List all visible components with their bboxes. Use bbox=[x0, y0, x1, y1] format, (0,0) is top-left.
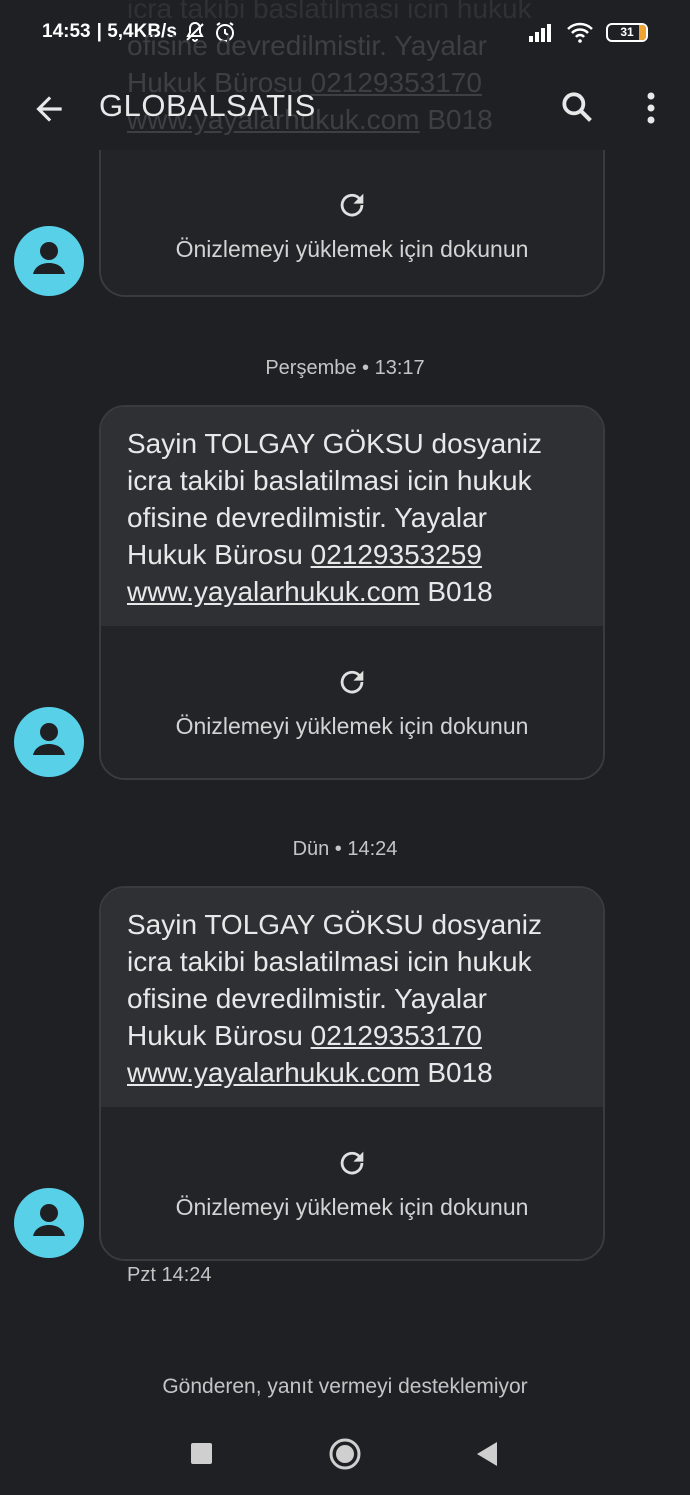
message-line: icra takibi baslatilmasi icin hukuk bbox=[127, 946, 532, 977]
sender-avatar[interactable] bbox=[14, 226, 84, 296]
message-text[interactable]: Sayin TOLGAY GÖKSU dosyaniz icra takibi … bbox=[101, 888, 603, 1107]
message-line: icra takibi baslatilmasi icin hukuk bbox=[127, 465, 532, 496]
reload-icon bbox=[340, 670, 364, 693]
back-triangle-icon[interactable] bbox=[475, 1440, 499, 1468]
ghost-line-2: ofisine devredilmistir. Yayalar bbox=[127, 30, 488, 61]
app-bar: GLOBALSATIS bbox=[0, 70, 690, 146]
message-line: www.yayalarhukuk.com B018 bbox=[127, 573, 577, 610]
message-preview-card[interactable]: Önizlemeyi yüklemek için dokunun bbox=[99, 150, 605, 297]
phone-link[interactable]: 02129353259 bbox=[311, 539, 482, 570]
message-text-span: B018 bbox=[419, 576, 493, 607]
web-link[interactable]: www.yayalarhukuk.com bbox=[127, 576, 420, 607]
conversation-title: GLOBALSATIS bbox=[99, 88, 316, 123]
message-line: ofisine devredilmistir. Yayalar bbox=[127, 502, 488, 533]
preview-label: Önizlemeyi yüklemek için dokunun bbox=[175, 1193, 529, 1220]
reload-icon bbox=[340, 1151, 364, 1174]
message-line: Sayin TOLGAY GÖKSU dosyaniz bbox=[127, 909, 543, 940]
link-preview[interactable]: Önizlemeyi yüklemek için dokunun bbox=[101, 1107, 603, 1259]
message-line: www.yayalarhukuk.com B018 bbox=[127, 1054, 577, 1091]
date-separator: Dün • 14:24 bbox=[292, 838, 398, 860]
message-bubble[interactable]: Sayin TOLGAY GÖKSU dosyaniz icra takibi … bbox=[99, 405, 605, 780]
reload-icon bbox=[340, 193, 364, 217]
recents-square-icon[interactable] bbox=[191, 1443, 212, 1464]
sender-avatar[interactable] bbox=[14, 1188, 84, 1258]
back-arrow-icon[interactable] bbox=[30, 90, 68, 128]
reply-not-supported-note: Gönderen, yanıt vermeyi desteklemiyor bbox=[162, 1375, 528, 1398]
message-time: Pzt 14:24 bbox=[127, 1264, 212, 1286]
message-line: Hukuk Bürosu 02129353170 bbox=[127, 1017, 577, 1054]
message-text[interactable]: Sayin TOLGAY GÖKSU dosyaniz icra takibi … bbox=[101, 407, 603, 626]
preview-label: Önizlemeyi yüklemek için dokunun bbox=[175, 712, 529, 739]
message-line: Sayin TOLGAY GÖKSU dosyaniz bbox=[127, 428, 543, 459]
person-icon bbox=[33, 242, 65, 274]
sender-avatar[interactable] bbox=[14, 707, 84, 777]
person-icon bbox=[33, 723, 65, 755]
phone-link[interactable]: 02129353170 bbox=[311, 1020, 482, 1051]
preview-label: Önizlemeyi yüklemek için dokunun bbox=[175, 236, 529, 262]
message-line: ofisine devredilmistir. Yayalar bbox=[127, 983, 488, 1014]
home-circle-icon[interactable] bbox=[328, 1437, 362, 1471]
battery-icon: 31 bbox=[606, 22, 648, 42]
search-icon[interactable] bbox=[558, 88, 596, 126]
date-separator: Perşembe • 13:17 bbox=[265, 357, 425, 379]
link-preview[interactable]: Önizlemeyi yüklemek için dokunun bbox=[101, 626, 603, 778]
person-icon bbox=[33, 1204, 65, 1236]
status-time: 14:53 bbox=[42, 21, 91, 42]
more-vert-icon[interactable] bbox=[638, 88, 664, 128]
message-text-span: Hukuk Bürosu bbox=[127, 539, 311, 570]
message-bubble[interactable]: Sayin TOLGAY GÖKSU dosyaniz icra takibi … bbox=[99, 886, 605, 1261]
web-link[interactable]: www.yayalarhukuk.com bbox=[127, 1057, 420, 1088]
message-line: Hukuk Bürosu 02129353259 bbox=[127, 536, 577, 573]
battery-level: 31 bbox=[620, 25, 634, 39]
link-preview[interactable]: Önizlemeyi yüklemek için dokunun bbox=[101, 150, 603, 295]
system-nav-bar bbox=[0, 1420, 690, 1495]
message-text-span: Hukuk Bürosu bbox=[127, 1020, 311, 1051]
ghost-line-1: icra takibi baslatilmasi icin hukuk bbox=[127, 0, 532, 24]
message-text-span: B018 bbox=[419, 1057, 493, 1088]
